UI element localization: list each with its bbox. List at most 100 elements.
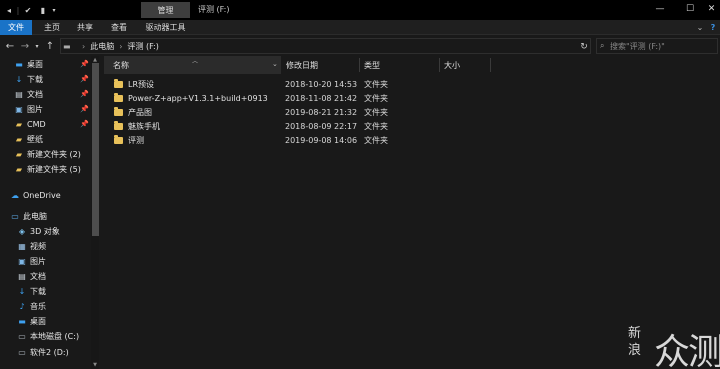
pin-icon: 📌 (80, 105, 89, 113)
cube-icon: ◈ (18, 226, 26, 236)
quick-access-separator: | (16, 5, 20, 15)
file-type: 文件夹 (364, 135, 388, 145)
tab-view[interactable]: 查看 (107, 20, 131, 35)
file-date: 2019-08-21 21:32 (285, 107, 358, 117)
navigation-pane: ▬ 桌面 📌 ↓ 下载 📌 ▤ 文档 📌 ▣ 图片 📌 ▰ CMD 📌 ▰ 壁纸… (0, 56, 92, 369)
tab-drive-tools[interactable]: 驱动器工具 (141, 20, 190, 35)
minimize-button[interactable]: — (645, 0, 675, 18)
column-divider[interactable] (490, 58, 491, 72)
tab-home[interactable]: 主页 (40, 20, 64, 35)
file-row[interactable]: 魅族手机 2018-08-09 22:17 文件夹 (104, 119, 424, 133)
pin-icon: 📌 (80, 90, 89, 98)
file-name: Power-Z+app+V1.3.1+build+0913 (128, 93, 268, 103)
sidebar-scrollbar-thumb[interactable] (92, 63, 99, 236)
folder-icon (114, 135, 123, 144)
sidebar-item-label: 视频 (30, 241, 46, 251)
video-icon: ▦ (18, 241, 26, 251)
folder-icon: ▰ (15, 119, 23, 129)
file-date: 2018-08-09 22:17 (285, 121, 358, 131)
checkmark-icon[interactable]: ✔ (22, 4, 34, 16)
sidebar-item-label: 3D 对象 (30, 226, 60, 236)
sidebar-item-label: 桌面 (30, 316, 46, 326)
sidebar-item-label: 文档 (30, 271, 46, 281)
sidebar-item-label: OneDrive (23, 190, 61, 200)
file-row[interactable]: LR预设 2018-10-20 14:53 文件夹 (104, 77, 424, 91)
picture-icon: ▣ (18, 256, 26, 266)
forward-button[interactable]: → (19, 39, 31, 53)
file-name: 评测 (128, 135, 144, 145)
file-row[interactable]: 产品图 2019-08-21 21:32 文件夹 (104, 105, 424, 119)
file-type: 文件夹 (364, 107, 388, 117)
watermark-logo: 新 浪 众 测 (628, 323, 720, 369)
file-row[interactable]: 评测 2019-09-08 14:06 文件夹 (104, 133, 424, 147)
folder-icon: ▰ (15, 164, 23, 174)
file-row[interactable]: Power-Z+app+V1.3.1+build+0913 2018-11-08… (104, 91, 424, 105)
file-name: 魅族手机 (128, 121, 160, 131)
breadcrumb-current-drive[interactable]: 评测 (F:) (127, 41, 158, 52)
sidebar-item-label: 新建文件夹 (2) (27, 149, 81, 159)
sidebar-item-label: 图片 (30, 256, 46, 266)
file-type: 文件夹 (364, 93, 388, 103)
close-button[interactable]: ✕ (703, 0, 720, 18)
document-icon: ▤ (18, 271, 26, 281)
new-folder-icon[interactable]: ▮ (37, 4, 49, 16)
search-input[interactable] (610, 41, 710, 51)
back-button[interactable]: ← (4, 39, 16, 53)
customize-quick-access-icon[interactable]: ▾ (50, 4, 58, 16)
window-title: 评测 (F:) (198, 5, 230, 14)
download-icon: ↓ (15, 74, 23, 84)
help-icon[interactable]: ? (707, 20, 719, 35)
refresh-button[interactable]: ↻ (578, 41, 590, 53)
expand-ribbon-icon[interactable]: ⌄ (694, 20, 706, 35)
computer-icon: ▭ (11, 211, 19, 221)
drive-icon: ▬ (63, 41, 71, 51)
sidebar-item-label: 壁纸 (27, 134, 43, 144)
sidebar-item-label: 图片 (27, 104, 43, 114)
folder-icon (114, 107, 123, 116)
column-filter-chevron-icon[interactable]: ⌄ (272, 60, 278, 68)
address-bar[interactable]: ▬ › 此电脑 › 评测 (F:) (60, 38, 591, 54)
music-icon: ♪ (19, 301, 25, 311)
breadcrumb-chevron-icon[interactable]: › (82, 42, 85, 51)
properties-icon[interactable]: ◂ (3, 4, 15, 16)
manage-context-tab[interactable]: 管理 (141, 2, 190, 18)
pin-icon: 📌 (80, 60, 89, 68)
file-date: 2018-11-08 21:42 (285, 93, 358, 103)
breadcrumb-this-pc[interactable]: 此电脑 (90, 41, 114, 52)
search-icon: ⌕ (600, 41, 605, 50)
column-header-size[interactable]: 大小 (440, 56, 490, 74)
download-icon: ↓ (18, 286, 26, 296)
column-header-type[interactable]: 类型 (360, 56, 440, 74)
pin-icon: 📌 (80, 120, 89, 128)
cloud-icon: ☁ (11, 190, 19, 200)
ribbon-tabs: 文件 主页 共享 查看 驱动器工具 ⌄ ? (0, 20, 720, 35)
desktop-icon: ▬ (18, 316, 26, 326)
breadcrumb-chevron-icon[interactable]: › (119, 42, 122, 51)
sidebar-item-label: 下载 (27, 74, 43, 84)
file-name: 产品图 (128, 107, 152, 117)
column-header-date[interactable]: 修改日期 (282, 56, 359, 74)
scroll-up-icon[interactable]: ▲ (91, 56, 99, 63)
sidebar-item-label: 软件2 (D:) (30, 347, 69, 357)
maximize-button[interactable]: ☐ (675, 0, 705, 18)
tab-share[interactable]: 共享 (73, 20, 97, 35)
tab-file[interactable]: 文件 (0, 20, 32, 35)
up-button[interactable]: ↑ (44, 39, 56, 53)
desktop-icon: ▬ (15, 59, 23, 69)
drive-icon: ▭ (18, 347, 26, 357)
sidebar-item-onedrive[interactable]: ☁ OneDrive (10, 188, 100, 202)
sidebar-item-this-pc[interactable]: ▭ 此电脑 (10, 209, 100, 223)
watermark-side-text: 新 浪 (628, 325, 650, 359)
scroll-down-icon[interactable]: ▼ (91, 361, 99, 368)
recent-locations-button[interactable]: ▾ (33, 39, 41, 53)
watermark-char: 众 (654, 332, 691, 369)
search-box[interactable]: ⌕ (596, 38, 718, 54)
sidebar-item-label: CMD (27, 119, 46, 129)
file-name: LR预设 (128, 79, 155, 89)
sidebar-item-label: 新建文件夹 (5) (27, 164, 81, 174)
title-bar: ◂ | ✔ ▮ ▾ 管理 评测 (F:) — ☐ ✕ (0, 0, 720, 20)
sidebar-item-label: 本地磁盘 (C:) (30, 331, 80, 341)
document-icon: ▤ (15, 89, 23, 99)
folder-icon (114, 93, 123, 102)
folder-icon: ▰ (15, 149, 23, 159)
